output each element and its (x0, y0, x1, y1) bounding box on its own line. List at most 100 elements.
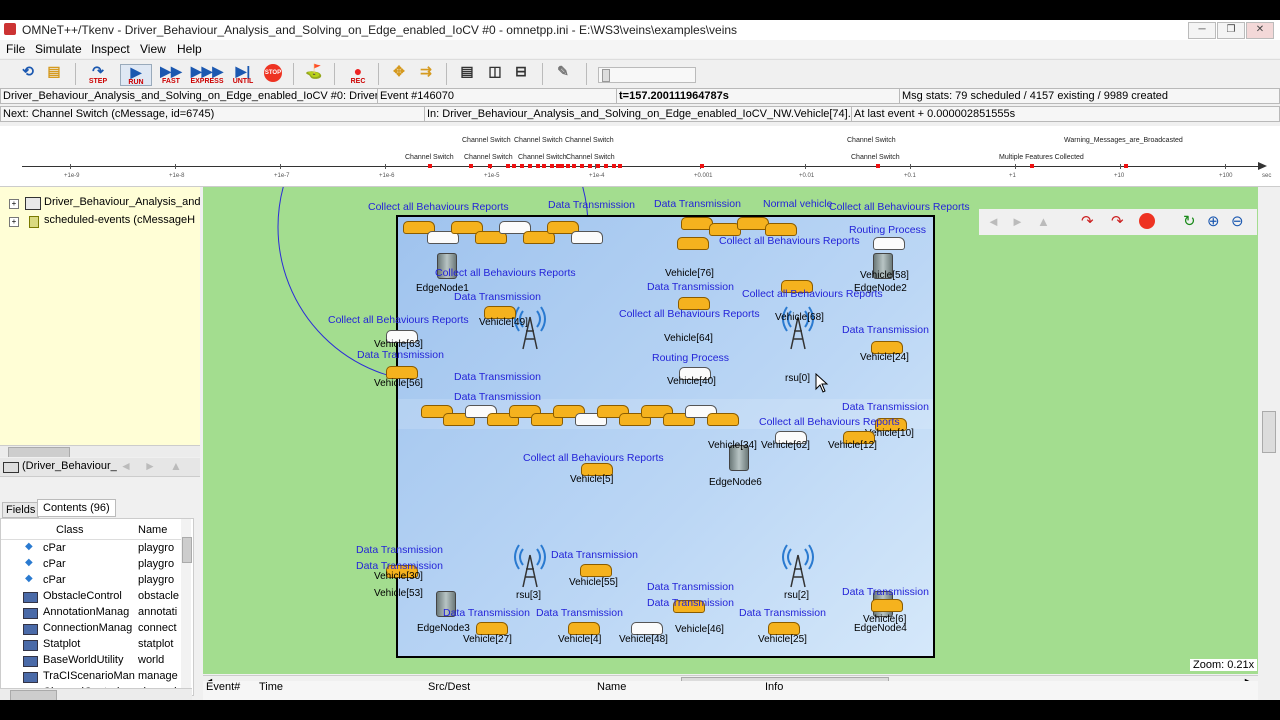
log-col-name[interactable]: Name (597, 681, 626, 693)
speed-slider[interactable] (598, 67, 696, 83)
vehicle-icon[interactable] (871, 599, 903, 612)
layout-horizontal-button[interactable]: ▤ (456, 64, 478, 84)
filter-button[interactable]: ⇉ (416, 64, 436, 84)
timeline-label: Multiple Features Collected (999, 154, 1084, 161)
inspector-hscroll[interactable] (0, 688, 192, 700)
back-icon[interactable]: ◄ (987, 214, 1000, 229)
expand-icon[interactable]: + (9, 217, 19, 227)
step-button[interactable]: ↷ STEP (84, 64, 112, 85)
tree-item-label: scheduled-events (cMessageH (44, 214, 196, 226)
message-label: Collect all Behaviours Reports (719, 235, 860, 247)
vehicle-icon[interactable] (580, 564, 612, 577)
right-scrollbar[interactable] (1258, 187, 1280, 700)
forward-icon[interactable]: ► (1011, 214, 1024, 229)
table-row[interactable]: ◆ cPar playgro (1, 557, 191, 573)
close-button[interactable]: ✕ (1246, 22, 1274, 39)
express-button[interactable]: ▶▶▶ EXPRESS (190, 64, 224, 85)
scroll-thumb[interactable] (10, 690, 57, 700)
network-canvas[interactable]: EdgeNode1 EdgeNode2 EdgeNode6 EdgeNode3 … (203, 187, 1258, 674)
menu-file[interactable]: File (6, 42, 25, 56)
step-icon[interactable]: ↷ (1081, 212, 1094, 230)
object-tree-pane[interactable]: + Driver_Behaviour_Analysis_and + schedu… (0, 187, 201, 458)
fast-icon: ▶▶ (160, 63, 182, 79)
speed-slider-thumb[interactable] (602, 69, 610, 82)
table-row[interactable]: ObstacleControl obstacle (1, 589, 191, 605)
status-network: Driver_Behaviour_Analysis_and_Solving_on… (0, 88, 378, 104)
log-col-event[interactable]: Event# (206, 681, 240, 693)
tree-item-scheduled-events[interactable]: + scheduled-events (cMessageH (0, 214, 195, 230)
col-header-class[interactable]: Class (56, 524, 84, 536)
up-icon[interactable]: ▲ (1037, 214, 1050, 229)
tree-item-network[interactable]: + Driver_Behaviour_Analysis_and (0, 196, 201, 212)
menu-inspect[interactable]: Inspect (91, 42, 130, 56)
menu-simulate[interactable]: Simulate (35, 42, 82, 56)
expand-icon[interactable]: + (9, 199, 19, 209)
module-icon (23, 608, 38, 619)
stop-button[interactable]: STOP (264, 64, 282, 82)
new-run-button[interactable]: ⟲ (18, 64, 38, 84)
table-row[interactable]: AnnotationManag annotati (1, 605, 191, 621)
table-row[interactable]: ConnectionManag connect (1, 621, 191, 637)
log-col-info[interactable]: Info (765, 681, 783, 693)
vehicle-icon[interactable] (873, 237, 905, 250)
timeline-event-mark (536, 164, 540, 168)
row-class: AnnotationManag (43, 606, 130, 618)
table-row[interactable]: ◆ cPar playgro (1, 541, 191, 557)
timeline-tick-label: +0.1 (904, 173, 916, 179)
inspector-vscroll[interactable] (181, 519, 192, 693)
find-button[interactable]: ⛳ (304, 64, 324, 84)
minimize-button[interactable]: ─ (1188, 22, 1216, 39)
timeline-axis (22, 166, 1262, 167)
antenna-icon[interactable] (779, 541, 817, 589)
vehicle-icon[interactable] (571, 231, 603, 244)
row-name: world (138, 654, 165, 666)
until-button[interactable]: ▶| UNTIL (228, 64, 258, 85)
vehicle-icon[interactable] (677, 237, 709, 250)
message-label: Data Transmission (647, 597, 734, 609)
status-last: At last event + 0.000002851555s (851, 106, 1280, 122)
timeline-tick-label: +1e-4 (589, 173, 605, 179)
load-button[interactable]: ▤ (44, 64, 64, 84)
timeline-tick-label: +0.01 (799, 173, 815, 179)
table-row[interactable]: BaseWorldUtility world (1, 653, 191, 669)
timeline-toggle-button[interactable]: ⊟ (510, 64, 532, 84)
status-in: In: Driver_Behaviour_Analysis_and_Solvin… (424, 106, 852, 122)
col-header-name[interactable]: Name (138, 524, 167, 536)
event-timeline[interactable]: +1e-9 +1e-8 +1e-7 +1e-6 +1e-5 +1e-4 +0.001 +0.0… (0, 126, 1280, 187)
scroll-thumb[interactable] (1262, 411, 1276, 453)
antenna-icon[interactable] (511, 541, 549, 589)
message-label: Data Transmission (357, 349, 444, 361)
run-button[interactable]: ▶ RUN (120, 64, 152, 86)
tab-contents[interactable]: Contents (96) (37, 499, 116, 517)
options-button[interactable]: ✎ (552, 64, 574, 84)
fast-button[interactable]: ▶▶ FAST (156, 63, 186, 85)
row-name: connect (138, 622, 177, 634)
zoom-in-icon[interactable]: ⊕ (1207, 212, 1220, 230)
log-col-srcdest[interactable]: Src/Dest (428, 681, 470, 693)
vehicle-icon[interactable] (707, 413, 739, 426)
antenna-icon[interactable] (779, 303, 817, 351)
run-icon[interactable]: ↷ (1111, 212, 1124, 230)
forward-icon[interactable]: ► (144, 459, 156, 473)
back-icon[interactable]: ◄ (120, 459, 132, 473)
scroll-thumb[interactable] (182, 537, 192, 563)
menu-view[interactable]: View (140, 42, 166, 56)
table-row[interactable]: ◆ cPar playgro (1, 573, 191, 589)
log-col-time[interactable]: Time (259, 681, 283, 693)
zoom-out-icon[interactable]: ⊖ (1231, 212, 1244, 230)
up-icon[interactable]: ▲ (170, 459, 182, 473)
tab-fields[interactable]: Fields (2, 502, 40, 518)
timeline-label: Channel Switch (462, 137, 511, 144)
record-button[interactable]: ● REC (348, 64, 368, 85)
refresh-icon[interactable]: ↻ (1183, 212, 1196, 230)
object-tree-button[interactable]: ✥ (388, 64, 410, 84)
maximize-button[interactable]: ❐ (1217, 22, 1245, 39)
message-label: Data Transmission (548, 199, 635, 211)
layout-vertical-button[interactable]: ◫ (484, 64, 506, 84)
stop-icon[interactable] (1139, 213, 1155, 229)
vehicle-label: Vehicle[49] (479, 317, 528, 328)
menu-help[interactable]: Help (177, 42, 202, 56)
timeline-label: Channel Switch (847, 137, 896, 144)
table-row[interactable]: TraCIScenarioMan manage (1, 669, 191, 685)
table-row[interactable]: Statplot statplot (1, 637, 191, 653)
